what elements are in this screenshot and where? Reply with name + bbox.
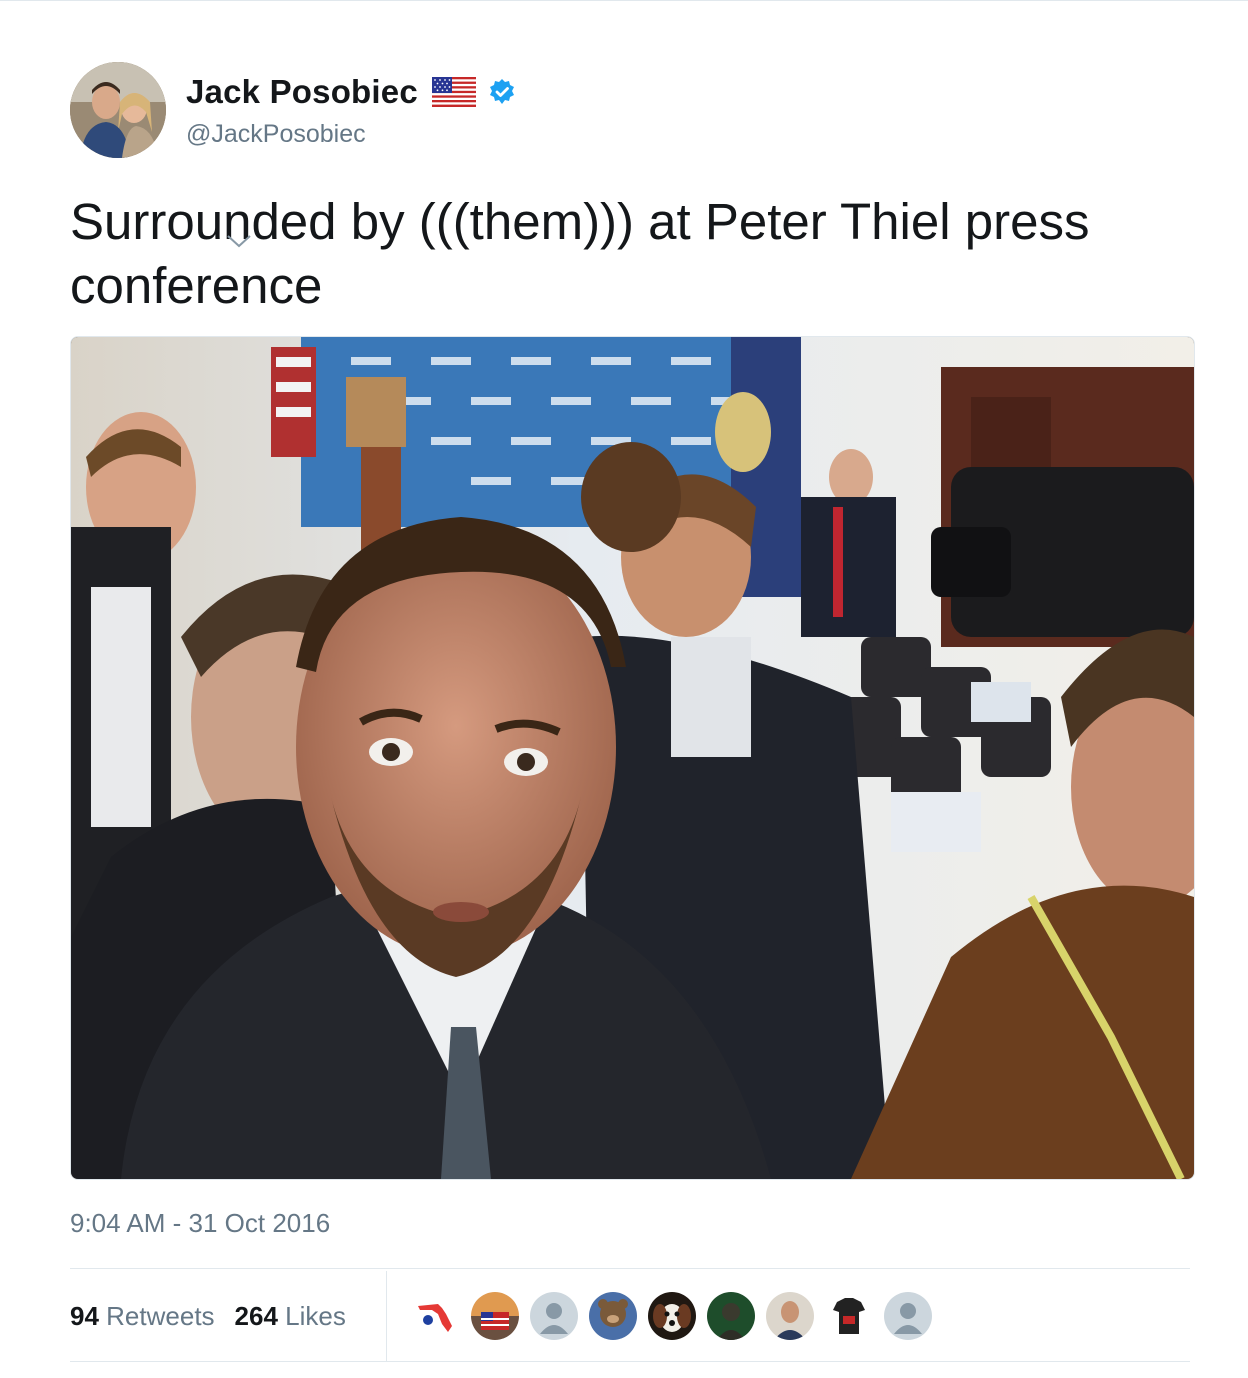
tweet-stats: 94 Retweets 264 Likes: [70, 1271, 366, 1361]
tweet-photo[interactable]: [70, 336, 1195, 1180]
likes-count: 264: [234, 1300, 278, 1331]
person-green-avatar[interactable]: [707, 1292, 755, 1340]
florida-map-avatar[interactable]: [412, 1292, 460, 1340]
top-divider: [0, 0, 1248, 1]
sunset-flag-avatar[interactable]: [471, 1292, 519, 1340]
stats-separator: [386, 1271, 387, 1361]
tweet-timestamp[interactable]: 9:04 AM - 31 Oct 2016: [70, 1208, 330, 1239]
tweet-text: Surrounded by (((them))) at Peter Thiel …: [70, 193, 1090, 314]
verified-badge-icon: [488, 78, 516, 106]
retweets-stat[interactable]: 94 Retweets: [70, 1301, 215, 1332]
likers-avatars: [412, 1292, 943, 1340]
author-name[interactable]: Jack Posobiec: [186, 73, 418, 111]
tweet-header: Jack Posobiec @JackPosobiec: [70, 62, 516, 158]
author-avatar[interactable]: [70, 62, 166, 158]
likes-label: Likes: [285, 1300, 346, 1331]
retweets-label: Retweets: [106, 1300, 215, 1331]
author-handle[interactable]: @JackPosobiec: [186, 120, 516, 149]
stats-bottom-divider: [70, 1361, 1190, 1362]
us-flag-icon: [431, 76, 476, 107]
tweet-stats-row: 94 Retweets 264 Likes: [70, 1271, 1190, 1361]
dog-avatar[interactable]: [648, 1292, 696, 1340]
retweets-count: 94: [70, 1300, 99, 1331]
man-portrait-avatar[interactable]: [766, 1292, 814, 1340]
likes-stat[interactable]: 264 Likes: [235, 1301, 346, 1332]
chevron-down-icon[interactable]: [226, 234, 252, 253]
stats-top-divider: [70, 1268, 1190, 1269]
jersey-avatar[interactable]: [825, 1292, 873, 1340]
default-user-avatar[interactable]: [530, 1292, 578, 1340]
default-user-avatar[interactable]: [884, 1292, 932, 1340]
bear-avatar[interactable]: [589, 1292, 637, 1340]
